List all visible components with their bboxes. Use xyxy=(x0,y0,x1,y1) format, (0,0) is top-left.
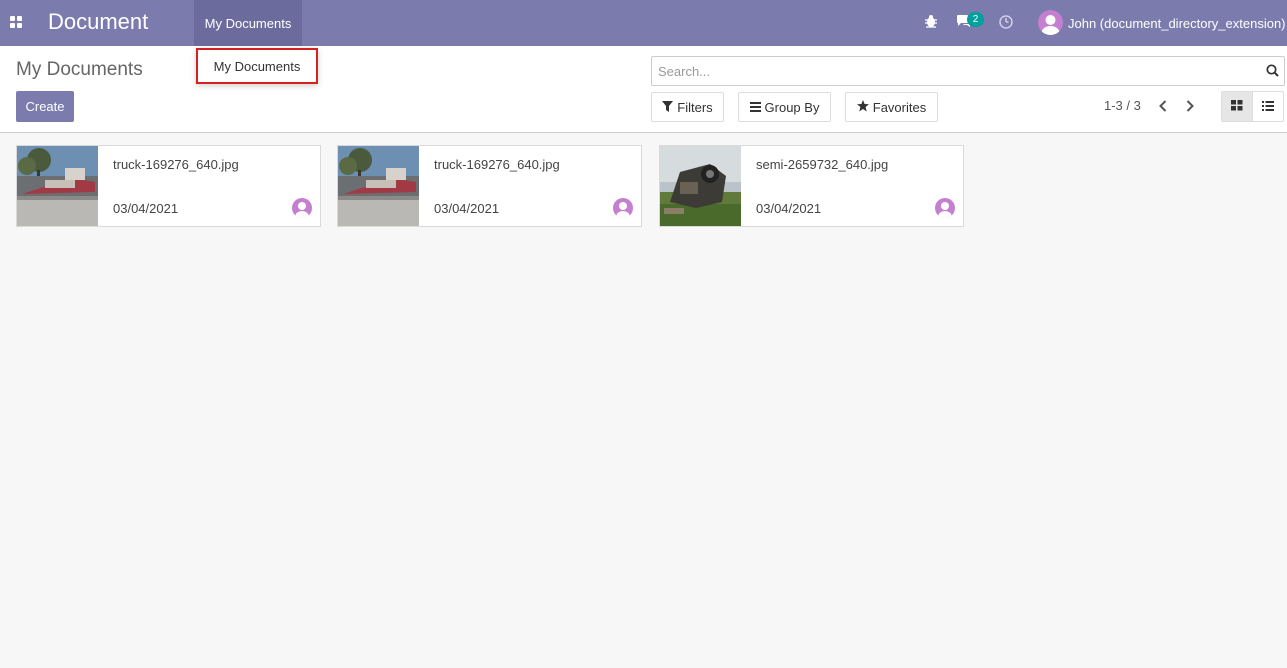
kanban-view-button[interactable] xyxy=(1221,91,1253,122)
bars-icon xyxy=(749,100,761,115)
chevron-left-icon[interactable] xyxy=(1156,98,1170,114)
list-view-icon xyxy=(1262,99,1274,114)
document-date: 03/04/2021 xyxy=(756,201,822,216)
top-navbar: Document My Documents 2 John (document_d… xyxy=(0,0,1287,46)
owner-avatar xyxy=(935,198,955,218)
chevron-right-icon[interactable] xyxy=(1183,98,1197,114)
filters-label: Filters xyxy=(677,99,713,115)
document-card[interactable]: truck-169276_640.jpg 03/04/2021 xyxy=(16,145,321,227)
bug-icon[interactable] xyxy=(924,14,938,28)
control-panel: My Documents Create Filters Group By Fav… xyxy=(0,46,1287,133)
filter-icon xyxy=(662,100,674,115)
favorites-label: Favorites xyxy=(872,99,927,115)
chat-count-badge: 2 xyxy=(967,12,984,27)
pager-value[interactable]: 1-3 / 3 xyxy=(1104,98,1141,113)
document-card[interactable]: semi-2659732_640.jpg 03/04/2021 xyxy=(659,145,964,227)
page-title: My Documents xyxy=(16,59,143,80)
kanban-view-icon xyxy=(1231,99,1243,114)
document-thumbnail xyxy=(338,146,419,226)
group-by-label: Group By xyxy=(764,99,820,115)
clock-icon[interactable] xyxy=(998,14,1014,30)
app-title[interactable]: Document xyxy=(48,9,148,35)
owner-avatar xyxy=(292,198,312,218)
document-thumbnail xyxy=(660,146,741,226)
search-bar[interactable] xyxy=(651,56,1285,86)
document-name: semi-2659732_640.jpg xyxy=(756,157,889,172)
document-thumbnail xyxy=(17,146,98,226)
search-input[interactable] xyxy=(652,57,1262,85)
owner-avatar xyxy=(613,198,633,218)
user-menu[interactable]: John (document_directory_extension) xyxy=(1068,16,1286,31)
menu-my-documents[interactable]: My Documents xyxy=(194,0,302,46)
filters-button[interactable]: Filters xyxy=(651,92,724,122)
create-button[interactable]: Create xyxy=(16,91,74,122)
favorites-button[interactable]: Favorites xyxy=(845,92,938,122)
document-card[interactable]: truck-169276_640.jpg 03/04/2021 xyxy=(337,145,642,227)
search-icon[interactable] xyxy=(1266,64,1279,80)
star-icon xyxy=(856,99,869,115)
document-name: truck-169276_640.jpg xyxy=(434,157,560,172)
apps-grid-icon[interactable] xyxy=(10,16,23,29)
document-date: 03/04/2021 xyxy=(434,201,500,216)
user-avatar[interactable] xyxy=(1038,10,1063,35)
document-name: truck-169276_640.jpg xyxy=(113,157,239,172)
dropdown-item-my-documents[interactable]: My Documents xyxy=(196,48,318,84)
document-date: 03/04/2021 xyxy=(113,201,179,216)
group-by-button[interactable]: Group By xyxy=(738,92,831,122)
list-view-button[interactable] xyxy=(1252,91,1284,122)
